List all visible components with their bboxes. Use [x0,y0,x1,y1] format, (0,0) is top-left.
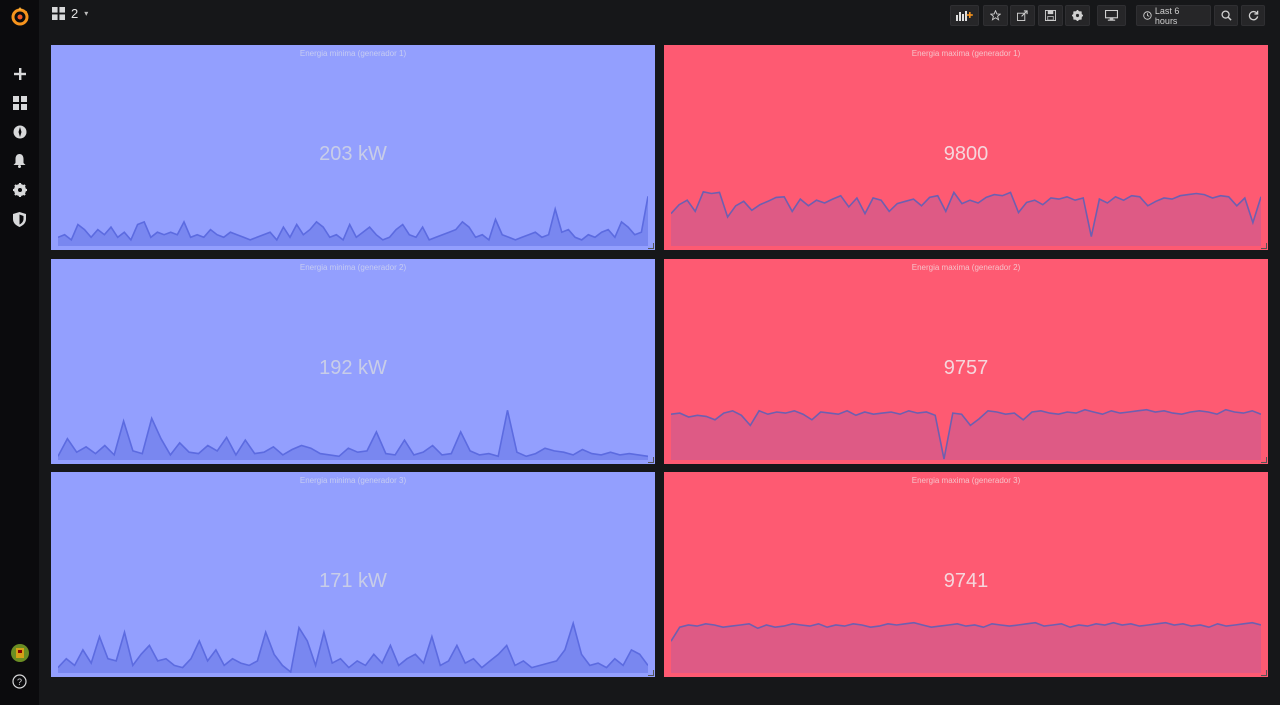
resize-handle[interactable] [1261,243,1267,249]
gear-icon [1072,10,1083,21]
panel-value: 9757 [943,357,989,379]
search-icon [1220,10,1232,21]
top-navbar: 2 ▾ Last 6 hours [39,0,1280,32]
clock-icon [1143,11,1152,20]
dashboard-title: 2 [71,6,79,21]
grafana-logo-icon[interactable] [0,3,39,29]
panel-title[interactable]: Energia maxima (generador 3) [664,476,1268,485]
tv-mode-button[interactable] [1097,5,1126,26]
sparkline [671,190,1261,246]
question-icon[interactable]: ? [0,668,39,694]
sparkline [58,196,648,246]
sparkline-area [671,409,1261,460]
zoom-out-button[interactable] [1214,5,1238,26]
shield-icon[interactable] [0,206,39,232]
panel-value: 9800 [943,143,989,165]
resize-handle[interactable] [648,670,654,676]
settings-button[interactable] [1065,5,1090,26]
panel-value: 171 kW [319,570,387,592]
side-menu: ? [0,0,39,705]
bell-icon[interactable] [0,148,39,174]
refresh-button[interactable] [1241,5,1265,26]
singlestat-panel[interactable]: Energia maxima (generador 3) 9741 [664,472,1268,677]
save-icon [1045,10,1056,21]
sparkline [671,621,1261,673]
svg-text:?: ? [17,677,22,687]
sparkline [58,410,648,460]
singlestat-panel[interactable]: Energia minima (generador 1) 203 kW [51,45,655,250]
panel-value: 203 kW [319,143,387,165]
add-panel-button[interactable] [950,5,979,26]
sparkline [671,408,1261,460]
share-icon [1017,10,1028,21]
time-range-label: Last 6 hours [1154,5,1180,26]
panel-value: 192 kW [319,357,387,379]
share-button[interactable] [1010,5,1035,26]
add-panel-icon [955,11,973,21]
panel-title[interactable]: Energia maxima (generador 2) [664,263,1268,272]
sparkline-area [58,196,648,246]
resize-handle[interactable] [648,457,654,463]
star-icon [990,10,1001,21]
dashboards-icon[interactable] [0,90,39,116]
dashboards-icon [52,7,65,20]
sparkline-area [671,622,1261,673]
sparkline [58,620,648,673]
refresh-icon [1248,10,1258,21]
singlestat-panel[interactable]: Energia maxima (generador 1) 9800 [664,45,1268,250]
panel-value: 9741 [943,570,989,592]
star-button[interactable] [983,5,1008,26]
panel-title[interactable]: Energia minima (generador 3) [51,476,655,485]
singlestat-panel[interactable]: Energia maxima (generador 2) 9757 [664,259,1268,464]
monitor-icon [1105,10,1118,21]
time-picker-button[interactable]: Last 6 hours [1136,5,1211,26]
sparkline-area [671,191,1261,246]
avatar-icon[interactable] [0,640,39,666]
resize-handle[interactable] [1261,670,1267,676]
plus-icon[interactable] [0,61,39,87]
gear-icon[interactable] [0,177,39,203]
singlestat-panel[interactable]: Energia minima (generador 2) 192 kW [51,259,655,464]
panel-title[interactable]: Energia minima (generador 2) [51,263,655,272]
caret-down-icon: ▾ [84,9,89,18]
save-button[interactable] [1038,5,1063,26]
dashboard-picker[interactable]: 2 ▾ [52,6,88,21]
resize-handle[interactable] [648,243,654,249]
compass-icon[interactable] [0,119,39,145]
panel-title[interactable]: Energia minima (generador 1) [51,49,655,58]
resize-handle[interactable] [1261,457,1267,463]
singlestat-panel[interactable]: Energia minima (generador 3) 171 kW [51,472,655,677]
panel-title[interactable]: Energia maxima (generador 1) [664,49,1268,58]
